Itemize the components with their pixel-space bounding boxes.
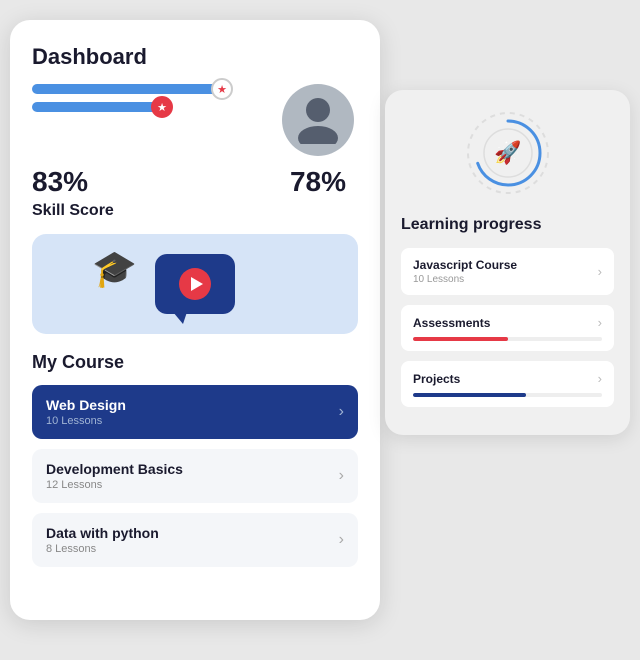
progress-section: ★ ★ [32, 84, 358, 156]
lp-item-lessons-0: 10 Lessons [413, 274, 517, 285]
scores-row: 83% 78% [32, 166, 358, 198]
main-card: Dashboard ★ ★ [10, 20, 380, 620]
lp-item-2-row: Projects › [413, 371, 602, 386]
play-button[interactable] [179, 268, 211, 300]
lp-progress-fill-1 [413, 337, 508, 341]
score-block-left: 83% [32, 166, 278, 198]
score-block-right: 78% [278, 166, 358, 198]
mortarboard-icon: 🎓 [92, 248, 137, 290]
course-item-2-info: Data with python 8 Lessons [46, 525, 159, 555]
bars-column: ★ ★ [32, 84, 258, 120]
course-lessons-2: 8 Lessons [46, 543, 159, 555]
score-percent-left: 83% [32, 166, 278, 198]
lp-item-2[interactable]: Projects › [401, 361, 614, 407]
avatar-icon [292, 92, 344, 149]
chevron-icon-2: › [339, 531, 344, 549]
course-item-1-info: Development Basics 12 Lessons [46, 461, 183, 491]
course-banner: 🎓 [32, 234, 358, 334]
skill-score-label: Skill Score [32, 202, 358, 220]
chevron-icon-0: › [339, 403, 344, 421]
rocket-circle: 🚀 [463, 108, 553, 198]
lp-chevron-icon-2: › [598, 371, 602, 386]
chevron-icon-1: › [339, 467, 344, 485]
bar-row-1: ★ [32, 84, 258, 94]
star-badge-2: ★ [151, 96, 173, 118]
lp-item-0-info: Javascript Course 10 Lessons [413, 258, 517, 285]
course-item-1[interactable]: Development Basics 12 Lessons › [32, 449, 358, 503]
course-lessons-0: 10 Lessons [46, 415, 126, 427]
rocket-progress-svg: 🚀 [463, 108, 553, 198]
learning-progress-title: Learning progress [401, 216, 614, 234]
lp-item-name-0: Javascript Course [413, 258, 517, 272]
bar-row-2: ★ [32, 102, 258, 112]
course-item-0-info: Web Design 10 Lessons [46, 397, 126, 427]
dashboard-title: Dashboard [32, 44, 358, 70]
progress-bar-2: ★ [32, 102, 162, 112]
lp-item-name-2: Projects [413, 372, 460, 386]
lp-chevron-icon-1: › [598, 315, 602, 330]
course-lessons-1: 12 Lessons [46, 479, 183, 491]
avatar [282, 84, 354, 156]
score-percent-right: 78% [278, 166, 358, 198]
avatar-column [278, 84, 358, 156]
lp-item-0-row: Javascript Course 10 Lessons › [413, 258, 602, 285]
svg-text:🚀: 🚀 [494, 140, 521, 165]
lp-item-2-info: Projects [413, 372, 460, 386]
right-card: 🚀 Learning progress Javascript Course 10… [385, 90, 630, 435]
lp-item-name-1: Assessments [413, 316, 490, 330]
my-course-title: My Course [32, 352, 358, 373]
scene: Dashboard ★ ★ [10, 10, 630, 650]
course-name-0: Web Design [46, 397, 126, 413]
course-name-2: Data with python [46, 525, 159, 541]
star-badge-1: ★ [211, 78, 233, 100]
course-item-2[interactable]: Data with python 8 Lessons › [32, 513, 358, 567]
course-name-1: Development Basics [46, 461, 183, 477]
lp-item-1-info: Assessments [413, 316, 490, 330]
lp-item-1-row: Assessments › [413, 315, 602, 330]
course-item-0[interactable]: Web Design 10 Lessons › [32, 385, 358, 439]
lp-progress-bar-1 [413, 337, 602, 341]
lp-item-1[interactable]: Assessments › [401, 305, 614, 351]
video-bubble [155, 254, 235, 314]
lp-chevron-icon-0: › [598, 264, 602, 279]
progress-bar-1: ★ [32, 84, 222, 94]
lp-progress-fill-2 [413, 393, 526, 397]
lp-item-0[interactable]: Javascript Course 10 Lessons › [401, 248, 614, 295]
lp-progress-bar-2 [413, 393, 602, 397]
play-triangle-icon [191, 277, 203, 291]
